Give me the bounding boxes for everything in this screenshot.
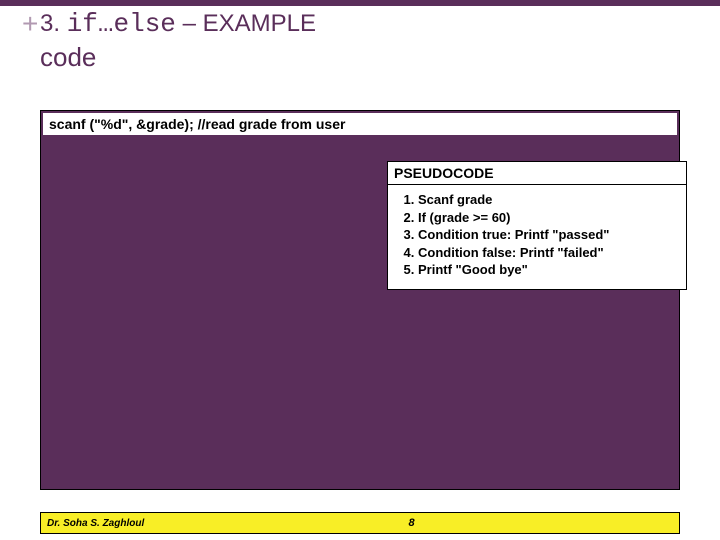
footer-author: Dr. Soha S. Zaghloul xyxy=(41,518,144,529)
pseudocode-panel: PSEUDOCODE Scanf grade If (grade >= 60) … xyxy=(387,161,687,290)
title-rest: – EXAMPLE xyxy=(176,10,316,37)
footer-bar: Dr. Soha S. Zaghloul 8 xyxy=(40,512,680,534)
list-item: Scanf grade xyxy=(418,191,678,209)
footer-page: 8 xyxy=(144,517,679,529)
list-item: Condition true: Printf "passed" xyxy=(418,226,678,244)
plus-icon: + xyxy=(22,8,38,40)
slide-title-line1: 3. if…else – EXAMPLE xyxy=(40,8,680,42)
code-panel: scanf ("%d", &grade); //read grade from … xyxy=(40,110,680,490)
code-line: scanf ("%d", &grade); //read grade from … xyxy=(43,113,677,135)
code-text: scanf ("%d", &grade); //read grade from … xyxy=(49,116,345,132)
pseudocode-body: Scanf grade If (grade >= 60) Condition t… xyxy=(388,185,686,289)
title-block: 3. if…else – EXAMPLE code xyxy=(40,8,680,73)
slide: + 3. if…else – EXAMPLE code scanf ("%d",… xyxy=(0,0,720,540)
top-accent-bar xyxy=(0,0,720,6)
title-keyword: if…else xyxy=(67,9,176,39)
slide-title-line2: code xyxy=(40,42,680,73)
pseudocode-list: Scanf grade If (grade >= 60) Condition t… xyxy=(396,191,678,279)
list-item: Printf "Good bye" xyxy=(418,261,678,279)
list-item: If (grade >= 60) xyxy=(418,209,678,227)
title-number: 3. xyxy=(40,10,67,37)
pseudocode-header: PSEUDOCODE xyxy=(388,162,686,185)
list-item: Condition false: Printf "failed" xyxy=(418,244,678,262)
